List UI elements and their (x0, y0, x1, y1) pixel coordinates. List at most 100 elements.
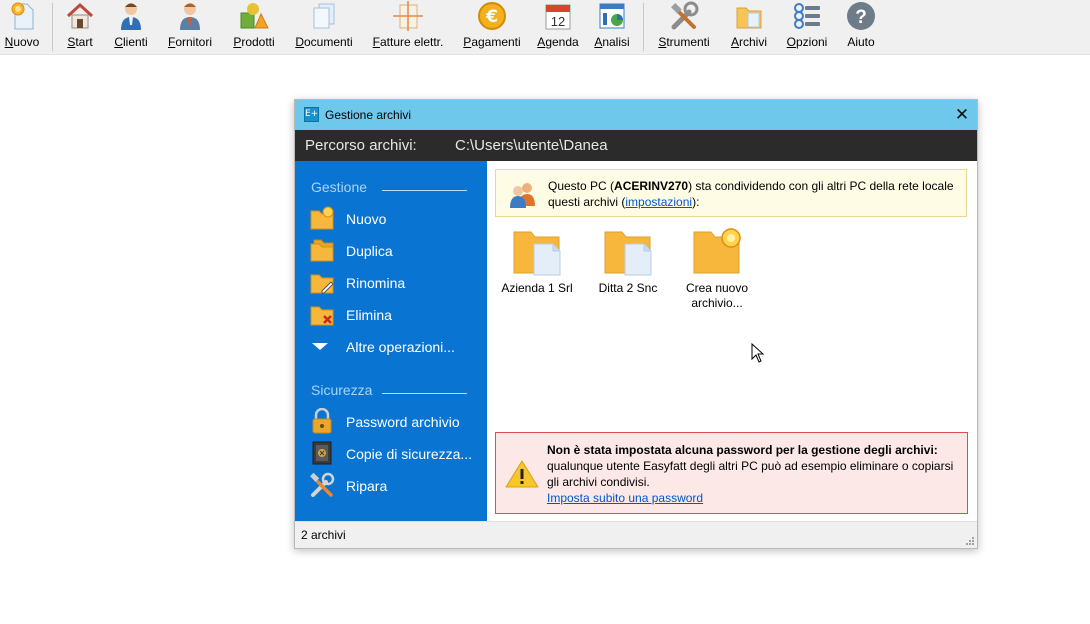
toolbar-tools-button[interactable]: Strumenti (656, 0, 712, 54)
archive-folder[interactable]: Ditta 2 Snc (583, 227, 673, 296)
sidebar-item-more-operations[interactable]: Altre operazioni... (309, 333, 479, 359)
toolbar-help-label: Aiuto (847, 35, 875, 49)
duplicate-folder-icon (310, 239, 334, 262)
toolbar-einvoice-button[interactable]: Fatture elettr. (372, 0, 444, 54)
toolbar-suppliers-button[interactable]: Fornitori (166, 0, 214, 54)
archive-count: 2 archivi (301, 528, 346, 542)
toolbar-analysis-label: Analisi (594, 35, 630, 49)
sidebar-item-duplicate[interactable]: Duplica (309, 237, 479, 263)
section-header-sicurezza: Sicurezza (311, 382, 373, 398)
sidebar-item-new[interactable]: Nuovo (309, 205, 479, 231)
sidebar-item-rename[interactable]: Rinomina (309, 269, 479, 295)
warning-icon (505, 460, 539, 488)
toolbar-options-label: Opzioni (786, 35, 828, 49)
shared-archives-text: Questo PC (ACERINV270) sta condividendo … (548, 178, 958, 210)
dialog-content: Questo PC (ACERINV270) sta condividendo … (487, 161, 977, 521)
dialog-title: Gestione archivi (325, 108, 412, 122)
sidebar-item-label: Password archivio (346, 414, 460, 430)
toolbar-start-label: Start (67, 35, 93, 49)
sidebar-item-label: Duplica (346, 243, 393, 259)
toolbar-separator (643, 3, 644, 51)
close-button[interactable]: ✕ (947, 100, 977, 130)
toolbar-clients-button[interactable]: Clienti (112, 0, 150, 54)
new-archive-folder-icon (693, 228, 741, 274)
create-new-archive[interactable]: Crea nuovo archivio... (673, 227, 761, 311)
archive-folder-icon (513, 231, 561, 276)
options-list-icon (794, 3, 820, 29)
archive-manager-dialog: E+ Gestione archivi ✕ Percorso archivi: … (294, 99, 978, 549)
client-person-icon (121, 3, 141, 30)
sidebar-item-label: Rinomina (346, 275, 406, 291)
archive-folder-label: Ditta 2 Snc (598, 281, 658, 295)
app-icon: E+ (304, 107, 319, 122)
toolbar-products-button[interactable]: Prodotti (232, 0, 276, 54)
analysis-chart-icon (599, 3, 625, 29)
toolbar-help-button[interactable]: ? Aiuto (842, 0, 880, 54)
toolbar-archives-button[interactable]: Archivi (729, 0, 769, 54)
toolbar-options-button[interactable]: Opzioni (786, 0, 828, 54)
calendar-day-number: 12 (551, 14, 565, 29)
warning-bold-text: Non è stata impostata alcuna password pe… (547, 443, 938, 457)
archive-path-label: Percorso archivi: (305, 137, 417, 154)
toolbar-documents-label: Documenti (295, 35, 353, 49)
triangle-down-icon (312, 343, 328, 350)
toolbar-tools-label: Strumenti (658, 35, 710, 49)
repair-tools-icon (310, 472, 335, 497)
toolbar-new-button[interactable]: Nuovo (2, 0, 42, 54)
pc-name: ACERINV270 (614, 179, 689, 193)
no-password-warning: Non è stata impostata alcuna password pe… (495, 432, 968, 514)
sidebar-item-label: Ripara (346, 478, 388, 494)
sidebar-item-repair[interactable]: Ripara (309, 472, 479, 498)
padlock-icon (312, 408, 332, 434)
new-document-icon (11, 2, 34, 30)
resize-grip-icon[interactable] (965, 536, 975, 546)
toolbar-start-button[interactable]: Start (62, 0, 98, 54)
mouse-pointer-icon (751, 343, 765, 363)
shared-users-icon (510, 183, 535, 208)
toolbar-payments-button[interactable]: € Pagamenti (462, 0, 522, 54)
archive-folder-label: Azienda 1 Srl (501, 281, 573, 295)
warning-body-text: qualunque utente Easyfatt degli altri PC… (547, 459, 954, 489)
e-invoice-icon (393, 1, 423, 31)
home-icon (66, 2, 94, 29)
delete-folder-icon (310, 306, 334, 326)
documents-icon (313, 3, 335, 29)
sidebar-item-delete[interactable]: Elimina (309, 301, 479, 327)
toolbar-archives-label: Archivi (730, 35, 768, 49)
rename-folder-icon (310, 274, 334, 294)
section-divider (382, 393, 467, 394)
toolbar-documents-button[interactable]: Documenti (294, 0, 354, 54)
help-question-icon: ? (847, 2, 875, 30)
archive-path-bar: Percorso archivi: C:\Users\utente\Danea (295, 130, 977, 161)
warning-text: Non è stata impostata alcuna password pe… (547, 442, 959, 506)
sidebar-item-label: Copie di sicurezza... (346, 446, 473, 462)
toolbar-new-label: Nuovo (4, 35, 40, 49)
dialog-statusbar: 2 archivi (295, 521, 977, 548)
archive-folder[interactable]: Azienda 1 Srl (492, 227, 582, 296)
new-folder-icon (310, 206, 334, 230)
toolbar-analysis-button[interactable]: Analisi (592, 0, 632, 54)
set-password-link[interactable]: Imposta subito una password (547, 491, 703, 505)
info-text-part: ): (692, 195, 700, 209)
safe-icon (312, 441, 332, 465)
sidebar-item-archive-password[interactable]: Password archivio (309, 408, 479, 434)
euro-coin-icon: € (478, 2, 506, 30)
dialog-titlebar[interactable]: E+ Gestione archivi ✕ (295, 100, 977, 130)
calendar-icon: 12 (545, 4, 571, 30)
section-divider (382, 190, 467, 191)
close-icon: ✕ (954, 105, 970, 125)
sidebar-item-label: Altre operazioni... (346, 339, 455, 355)
sidebar-item-backups[interactable]: Copie di sicurezza... (309, 440, 479, 466)
info-text-part: Questo PC ( (548, 179, 615, 193)
archives-folder-icon (736, 7, 762, 29)
toolbar-agenda-button[interactable]: 12 Agenda (536, 0, 580, 54)
dialog-sidebar: Gestione Nuovo Duplica Rinomina Elimina … (295, 161, 487, 521)
sidebar-item-label: Elimina (346, 307, 392, 323)
help-glyph: ? (855, 7, 867, 28)
settings-link[interactable]: impostazioni (625, 195, 692, 209)
toolbar-einvoice-label: Fatture elettr. (372, 35, 444, 49)
supplier-person-icon (180, 3, 200, 30)
archive-folder-icon (604, 231, 652, 276)
toolbar-suppliers-label: Fornitori (167, 35, 213, 49)
tools-icon (671, 1, 699, 30)
